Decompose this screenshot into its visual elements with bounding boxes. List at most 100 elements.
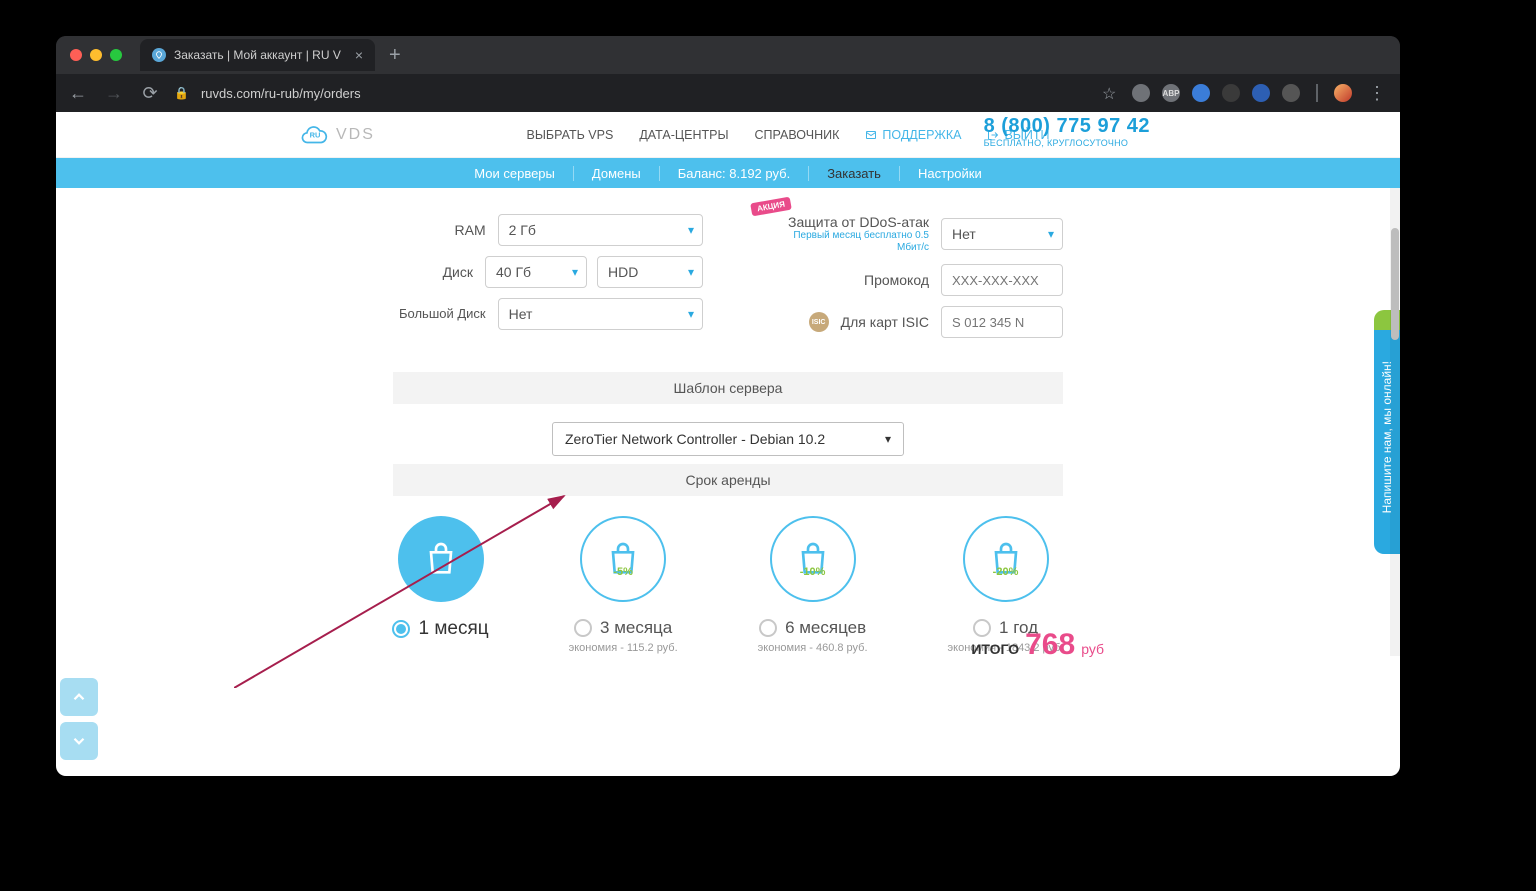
phone-subtitle: БЕСПЛАТНО, КРУГЛОСУТОЧНО — [984, 138, 1150, 148]
ext-download-icon[interactable] — [1252, 84, 1270, 102]
savings-text: экономия - 115.2 руб. — [569, 642, 678, 654]
ext-translate-icon[interactable] — [1192, 84, 1210, 102]
row-topblank — [753, 196, 1063, 204]
config-columns: RAM 2 Гб▾ Диск 40 Гб▾ HDD▾ Большой Диск … — [56, 196, 1400, 348]
forward-button[interactable]: → — [102, 83, 126, 104]
page-content: RU VDS ВЫБРАТЬ VPS ДАТА-ЦЕНТРЫ СПРАВОЧНИ… — [56, 112, 1400, 776]
browser-window: Заказать | Мой аккаунт | RU V × + ← → ⟳ … — [56, 36, 1400, 776]
favicon-icon — [152, 48, 166, 62]
isic-label: Для карт ISIC — [841, 314, 929, 330]
scroll-thumb[interactable] — [1391, 228, 1399, 340]
reload-button[interactable]: ⟳ — [138, 83, 162, 104]
maximize-window-icon[interactable] — [110, 49, 122, 61]
disk-size-select[interactable]: 40 Гб▾ — [485, 256, 587, 288]
period-label: 3 месяца — [600, 618, 672, 638]
lock-icon: 🔒 — [174, 86, 189, 100]
chevron-down-icon: ▾ — [688, 223, 694, 237]
bigdisk-select[interactable]: Нет▾ — [498, 298, 703, 330]
minimize-window-icon[interactable] — [90, 49, 102, 61]
ext-globe-icon[interactable] — [1132, 84, 1150, 102]
nav-reference[interactable]: СПРАВОЧНИК — [755, 128, 840, 142]
promo-input[interactable] — [941, 264, 1063, 296]
scroll-buttons — [60, 678, 98, 766]
logo-text: VDS — [336, 126, 375, 144]
chevron-down-icon: ▾ — [688, 265, 694, 279]
ddos-sub: Первый месяц бесплатно 0.5 Мбит/с — [769, 230, 929, 254]
row-bigdisk: Большой Диск Нет▾ — [393, 298, 703, 330]
discount-badge: -5% — [613, 566, 633, 578]
row-ddos: АКЦИЯ Защита от DDoS-атак Первый месяц б… — [753, 214, 1063, 254]
period-6-months[interactable]: -10% 6 месяцев экономия - 460.8 руб. — [758, 516, 868, 654]
discount-badge: -10% — [800, 566, 826, 578]
back-button[interactable]: ← — [66, 83, 90, 104]
address-bar: ← → ⟳ 🔒 ruvds.com/ru-rub/my/orders ☆ ABP… — [56, 74, 1400, 112]
template-select[interactable]: ZeroTier Network Controller - Debian 10.… — [552, 422, 904, 456]
chevron-down-icon: ▾ — [885, 432, 891, 446]
menu-icon[interactable]: ⋮ — [1368, 83, 1386, 104]
blank — [843, 196, 1063, 204]
row-isic: ISIC Для карт ISIC — [753, 306, 1063, 338]
scrollbar[interactable] — [1390, 188, 1400, 656]
radio-icon — [759, 619, 777, 637]
subnav-settings[interactable]: Настройки — [900, 166, 1000, 181]
disk-label: Диск — [393, 264, 473, 280]
close-window-icon[interactable] — [70, 49, 82, 61]
scroll-down-button[interactable] — [60, 722, 98, 760]
total-unit: руб — [1081, 641, 1104, 657]
tab-title: Заказать | Мой аккаунт | RU V — [174, 48, 341, 62]
svg-text:RU: RU — [310, 131, 321, 140]
ext-icon-1[interactable] — [1222, 84, 1240, 102]
row-ram: RAM 2 Гб▾ — [393, 214, 703, 246]
subnav-servers[interactable]: Мои серверы — [456, 166, 574, 181]
subnav-balance[interactable]: Баланс: 8.192 руб. — [660, 166, 809, 181]
phone-number[interactable]: 8 (800) 775 97 42 — [984, 115, 1150, 138]
ext-adblock-icon[interactable]: ABP — [1162, 84, 1180, 102]
savings-text: экономия - 460.8 руб. — [758, 642, 868, 654]
row-disk: Диск 40 Гб▾ HDD▾ — [393, 256, 703, 288]
ddos-select[interactable]: Нет▾ — [941, 218, 1063, 250]
period-label: 6 месяцев — [785, 618, 866, 638]
right-col: АКЦИЯ Защита от DDoS-атак Первый месяц б… — [753, 196, 1063, 348]
bag-icon: -5% — [580, 516, 666, 602]
scroll-up-button[interactable] — [60, 678, 98, 716]
profile-avatar[interactable] — [1334, 84, 1352, 102]
url-text[interactable]: ruvds.com/ru-rub/my/orders — [201, 86, 361, 101]
new-tab-button[interactable]: + — [389, 44, 401, 67]
phone-block: 8 (800) 775 97 42 БЕСПЛАТНО, КРУГЛОСУТОЧ… — [984, 115, 1150, 148]
logo[interactable]: RU VDS — [296, 120, 375, 150]
ext-icon-2[interactable] — [1282, 84, 1300, 102]
titlebar: Заказать | Мой аккаунт | RU V × + — [56, 36, 1400, 74]
ddos-labels: АКЦИЯ Защита от DDoS-атак Первый месяц б… — [769, 214, 929, 254]
nav-support[interactable]: ПОДДЕРЖКА — [865, 128, 961, 142]
total-value: 768 — [1025, 628, 1075, 662]
row-promo: Промокод — [753, 264, 1063, 296]
browser-tab[interactable]: Заказать | Мой аккаунт | RU V × — [140, 39, 375, 71]
ddos-label: Защита от DDoS-атак — [769, 214, 929, 230]
isic-input[interactable] — [941, 306, 1063, 338]
separator — [1316, 84, 1318, 102]
ram-select[interactable]: 2 Гб▾ — [498, 214, 703, 246]
isic-icon: ISIC — [809, 312, 829, 332]
bag-icon: -20% — [963, 516, 1049, 602]
period-3-months[interactable]: -5% 3 месяца экономия - 115.2 руб. — [569, 516, 678, 654]
blank — [483, 196, 703, 204]
left-col: RAM 2 Гб▾ Диск 40 Гб▾ HDD▾ Большой Диск … — [393, 196, 703, 348]
total-price: ИТОГО 768 руб — [971, 628, 1104, 662]
chevron-down-icon: ▾ — [1048, 227, 1054, 241]
site-header: RU VDS ВЫБРАТЬ VPS ДАТА-ЦЕНТРЫ СПРАВОЧНИ… — [56, 112, 1400, 158]
cloud-icon: RU — [296, 120, 330, 150]
nav-datacenters[interactable]: ДАТА-ЦЕНТРЫ — [639, 128, 728, 142]
mail-icon — [865, 129, 877, 141]
total-label: ИТОГО — [971, 641, 1019, 657]
discount-badge: -20% — [993, 566, 1019, 578]
subnav-domains[interactable]: Домены — [574, 166, 660, 181]
disk-type-select[interactable]: HDD▾ — [597, 256, 703, 288]
chevron-down-icon: ▾ — [572, 265, 578, 279]
bookmark-icon[interactable]: ☆ — [1102, 84, 1120, 102]
annotation-arrow — [234, 488, 584, 688]
tab-close-icon[interactable]: × — [355, 47, 363, 63]
main-nav: ВЫБРАТЬ VPS ДАТА-ЦЕНТРЫ СПРАВОЧНИК ПОДДЕ… — [527, 128, 1050, 142]
subnav-order[interactable]: Заказать — [809, 166, 900, 181]
nav-choose-vps[interactable]: ВЫБРАТЬ VPS — [527, 128, 614, 142]
bigdisk-label: Большой Диск — [393, 307, 486, 322]
